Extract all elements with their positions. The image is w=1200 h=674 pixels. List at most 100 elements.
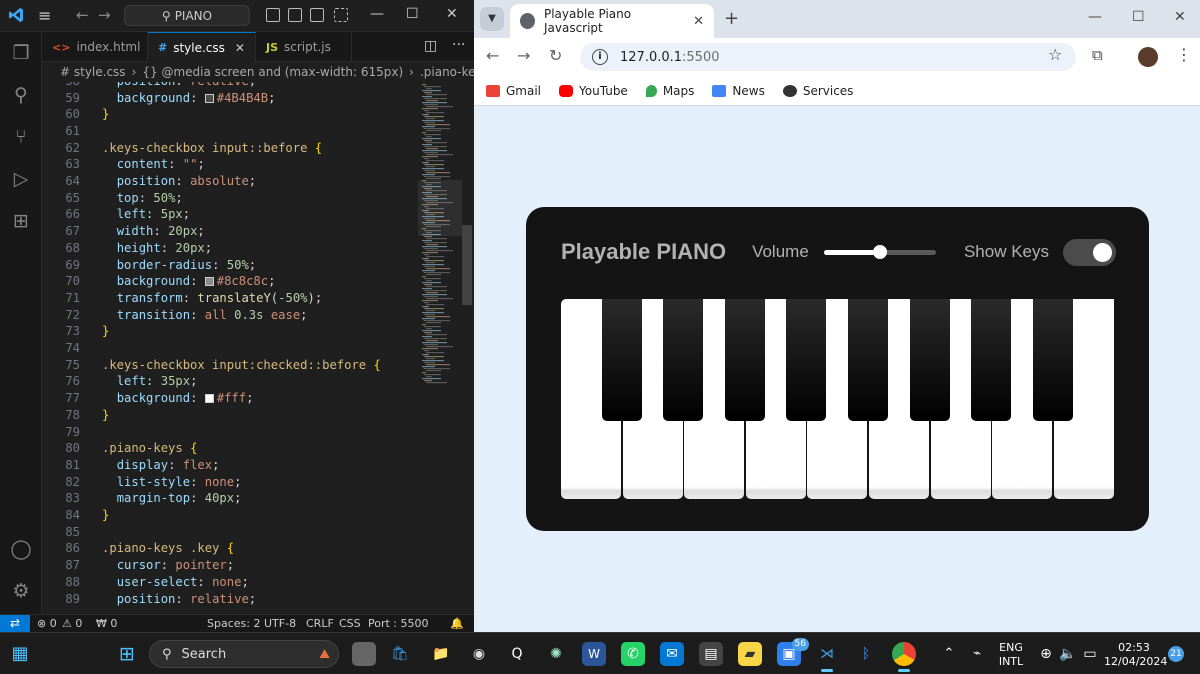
volume-slider-thumb[interactable] bbox=[872, 244, 887, 259]
command-center-search[interactable]: ⚲ PIANO bbox=[124, 5, 250, 26]
extensions-icon[interactable]: ⊞ bbox=[10, 210, 32, 232]
forward-arrow-icon[interactable]: → bbox=[517, 46, 530, 65]
word-icon[interactable]: W bbox=[582, 642, 606, 666]
widgets-icon[interactable]: ▦ bbox=[8, 642, 32, 666]
settings-gear-icon[interactable]: ⚙ bbox=[10, 580, 32, 602]
breadcrumb-media[interactable]: {} @media screen and (max-width: 615px) bbox=[142, 65, 403, 79]
tab-close-icon[interactable]: ✕ bbox=[235, 41, 245, 55]
battery-icon[interactable]: ▭ bbox=[1078, 642, 1102, 666]
explorer-icon[interactable]: ❐ bbox=[10, 42, 32, 64]
more-actions-icon[interactable]: ··· bbox=[452, 37, 465, 53]
black-key[interactable] bbox=[663, 299, 704, 421]
breadcrumb-file[interactable]: # style.css bbox=[60, 65, 126, 79]
clock[interactable]: 02:53 12/04/2024 bbox=[1104, 641, 1167, 669]
network-off-icon[interactable]: ⌁ bbox=[965, 642, 989, 666]
source-control-icon[interactable]: ⑂ bbox=[10, 126, 32, 148]
bookmark-maps[interactable]: Maps bbox=[645, 84, 694, 98]
warnings-count[interactable]: ⚠ 0 bbox=[62, 617, 82, 630]
site-info-icon[interactable]: i bbox=[592, 49, 608, 65]
toggle-panel-icon[interactable] bbox=[288, 8, 302, 22]
show-keys-toggle[interactable] bbox=[1063, 238, 1116, 266]
run-debug-icon[interactable]: ▷ bbox=[10, 168, 32, 190]
black-key[interactable] bbox=[786, 299, 827, 421]
bookmark-news[interactable]: News bbox=[712, 84, 765, 98]
hamburger-menu-icon[interactable]: ≡ bbox=[38, 6, 51, 25]
black-key[interactable] bbox=[1032, 299, 1073, 421]
maximize-icon[interactable]: ☐ bbox=[1132, 9, 1145, 25]
task-view-icon[interactable] bbox=[352, 642, 376, 666]
chat-badge-icon[interactable]: ▣ 56 bbox=[777, 638, 809, 666]
back-arrow-icon[interactable]: ← bbox=[76, 6, 89, 24]
mail-icon[interactable]: ✉ bbox=[660, 642, 684, 666]
encoding-status[interactable]: UTF-8 bbox=[264, 617, 296, 630]
black-key[interactable] bbox=[971, 299, 1012, 421]
split-editor-icon[interactable]: ◫ bbox=[424, 38, 437, 54]
taskbar-search[interactable]: ⚲ Search ⛰ bbox=[149, 640, 339, 668]
minimap-viewport[interactable] bbox=[418, 180, 462, 236]
sticky-notes-icon[interactable]: ▰ bbox=[738, 642, 762, 666]
search-app-icon[interactable]: Q bbox=[505, 642, 529, 666]
live-server-port[interactable]: Port : 5500 bbox=[368, 617, 429, 630]
black-key[interactable] bbox=[601, 299, 642, 421]
customize-layout-icon[interactable] bbox=[334, 8, 348, 22]
obs-icon[interactable]: ◉ bbox=[467, 642, 491, 666]
search-icon[interactable]: ⚲ bbox=[10, 84, 32, 106]
reload-icon[interactable]: ↻ bbox=[549, 46, 562, 65]
tab-style-css[interactable]: # style.css ✕ bbox=[148, 32, 256, 62]
ports-count[interactable]: ₩ 0 bbox=[96, 617, 117, 630]
new-tab-icon[interactable]: + bbox=[724, 8, 739, 29]
editor-scrollbar[interactable] bbox=[462, 225, 472, 305]
notifications-bell-icon[interactable]: 🔔 bbox=[450, 617, 464, 630]
breadcrumb-selector[interactable]: .piano-keys .key:nth bbox=[420, 65, 474, 79]
chevron-up-icon[interactable]: ⌃ bbox=[937, 642, 961, 666]
errors-count[interactable]: ⊗ 0 bbox=[37, 617, 57, 630]
back-arrow-icon[interactable]: ← bbox=[486, 46, 499, 65]
tab-script-js[interactable]: JS script.js bbox=[256, 32, 352, 62]
minimap[interactable] bbox=[418, 82, 462, 614]
toggle-secondary-sidebar-icon[interactable] bbox=[310, 8, 324, 22]
tab-close-icon[interactable]: ✕ bbox=[693, 14, 704, 29]
maximize-icon[interactable]: ☐ bbox=[406, 6, 419, 22]
eol-status[interactable]: CRLF bbox=[306, 617, 334, 630]
bookmark-youtube[interactable]: YouTube bbox=[559, 84, 628, 98]
vscode-taskbar-icon[interactable]: ⋊ bbox=[815, 642, 839, 672]
menu-kebab-icon[interactable]: ⋮ bbox=[1176, 45, 1192, 64]
profile-avatar[interactable] bbox=[1138, 47, 1158, 67]
remote-indicator[interactable]: ⇄ bbox=[0, 615, 30, 633]
notification-count[interactable]: 21 bbox=[1168, 646, 1184, 662]
tab-playable-piano[interactable]: Playable Piano Javascript ✕ bbox=[510, 4, 714, 38]
microsoft-store-icon[interactable]: 🛍 bbox=[388, 642, 412, 666]
url-text[interactable]: 127.0.0.1:5500 bbox=[620, 50, 720, 65]
chrome-taskbar-icon[interactable] bbox=[892, 642, 916, 672]
indentation-status[interactable]: Spaces: 2 bbox=[207, 617, 260, 630]
bookmark-services[interactable]: Services bbox=[782, 84, 853, 98]
speaker-icon[interactable]: 🔈 bbox=[1056, 642, 1080, 666]
address-bar[interactable]: i 127.0.0.1:5500 bbox=[580, 43, 1076, 71]
extensions-puzzle-icon[interactable]: ⧉ bbox=[1092, 46, 1103, 64]
volume-slider[interactable] bbox=[823, 244, 936, 259]
language-mode[interactable]: CSS bbox=[339, 617, 361, 630]
bookmark-gmail[interactable]: Gmail bbox=[486, 84, 541, 98]
bookmark-star-icon[interactable]: ☆ bbox=[1048, 45, 1062, 64]
phone-icon[interactable]: ✆ bbox=[621, 642, 645, 666]
bluetooth-icon[interactable]: ᛒ bbox=[854, 642, 878, 666]
close-icon[interactable]: ✕ bbox=[446, 6, 458, 22]
account-icon[interactable]: ◯ bbox=[10, 538, 32, 560]
language-indicator[interactable]: ENG INTL bbox=[998, 641, 1024, 669]
tab-search-icon[interactable]: ▼ bbox=[480, 7, 504, 31]
forward-arrow-icon[interactable]: → bbox=[98, 6, 111, 24]
black-key[interactable] bbox=[909, 299, 950, 421]
chatgpt-icon[interactable]: ✺ bbox=[544, 642, 568, 666]
minimize-icon[interactable]: — bbox=[1088, 9, 1102, 25]
file-explorer-icon[interactable]: 📁 bbox=[429, 642, 453, 666]
windows-start-icon[interactable]: ⊞ bbox=[115, 642, 139, 666]
globe-icon[interactable]: ⊕ bbox=[1034, 642, 1058, 666]
toggle-sidebar-icon[interactable] bbox=[266, 8, 280, 22]
black-key[interactable] bbox=[724, 299, 765, 421]
calculator-icon[interactable]: ▤ bbox=[699, 642, 723, 666]
minimize-icon[interactable]: — bbox=[370, 6, 384, 22]
tab-index-html[interactable]: <> index.html bbox=[42, 32, 148, 62]
black-key[interactable] bbox=[848, 299, 888, 421]
code-editor[interactable]: 58 position: relative; 59 background: #4… bbox=[42, 82, 474, 614]
close-icon[interactable]: ✕ bbox=[1174, 9, 1186, 25]
